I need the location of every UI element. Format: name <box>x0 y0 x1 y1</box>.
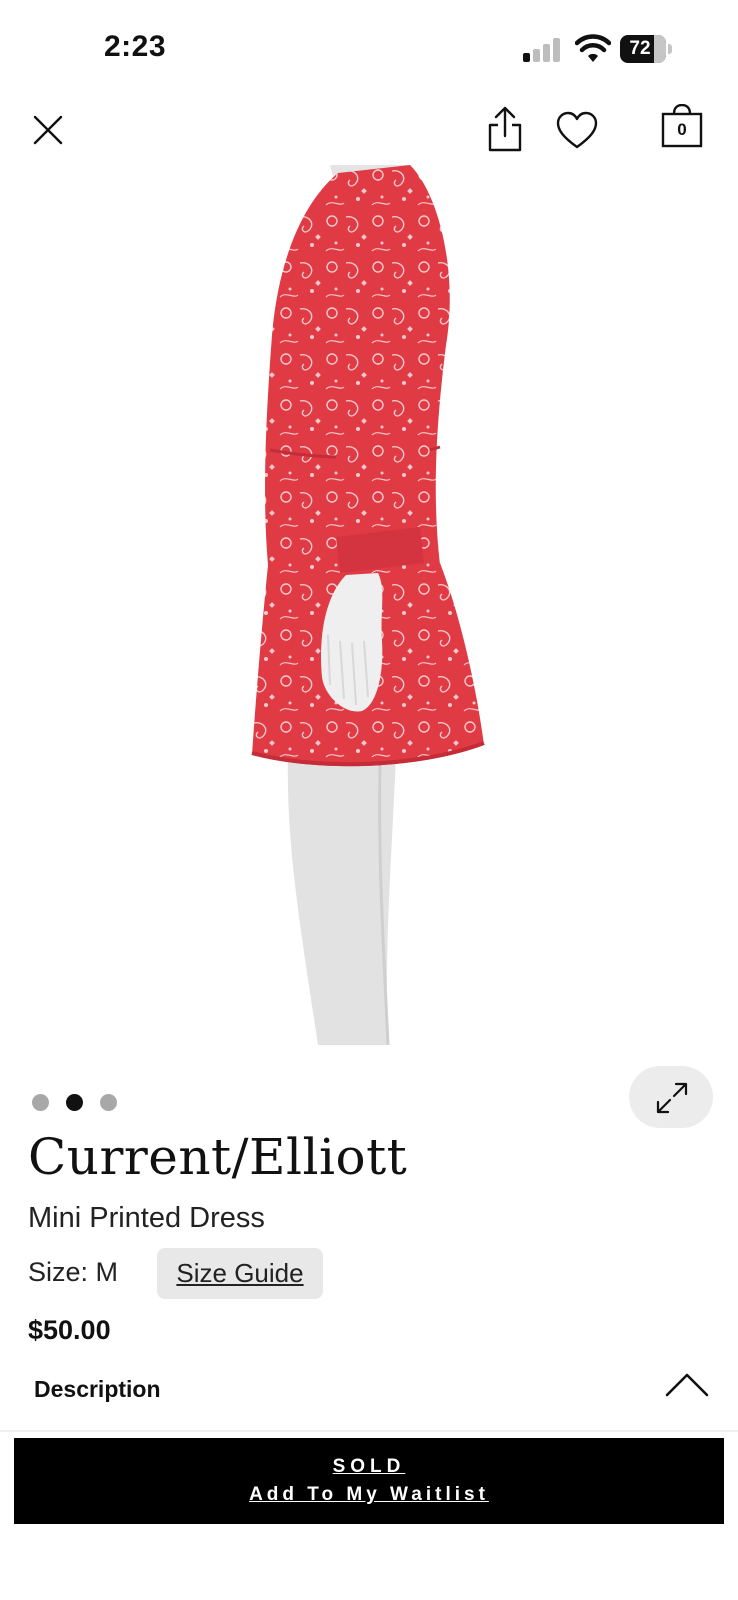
product-brand: Current/Elliott <box>28 1128 408 1186</box>
description-toggle[interactable]: Description <box>0 1360 738 1430</box>
shopping-bag-button[interactable]: 0 <box>660 104 704 150</box>
description-label: Description <box>34 1376 161 1402</box>
carousel-dot-1[interactable] <box>32 1094 49 1111</box>
share-button[interactable] <box>486 104 524 154</box>
close-icon <box>33 115 63 145</box>
product-name: Mini Printed Dress <box>28 1202 265 1234</box>
chevron-up-icon <box>665 1373 709 1397</box>
size-guide-button[interactable]: Size Guide <box>157 1248 323 1299</box>
battery-icon: 72 <box>620 35 672 63</box>
product-image[interactable] <box>0 165 738 1065</box>
carousel-dot-3[interactable] <box>100 1094 117 1111</box>
battery-level: 72 <box>629 38 651 59</box>
heart-icon <box>556 111 598 149</box>
status-bar: 2:23 72 <box>0 0 738 80</box>
wifi-icon <box>575 34 611 62</box>
cellular-signal-icon <box>523 38 563 62</box>
waitlist-button[interactable]: SOLD Add To My Waitlist <box>14 1438 724 1524</box>
carousel-indicator <box>32 1094 134 1112</box>
dress-photo <box>251 165 485 1046</box>
expand-image-button[interactable] <box>629 1066 713 1128</box>
expand-icon <box>656 1082 688 1114</box>
favorite-button[interactable] <box>555 110 599 150</box>
product-price: $50.00 <box>28 1315 111 1345</box>
carousel-dot-2[interactable] <box>66 1094 83 1111</box>
waitlist-label: Add To My Waitlist <box>249 1484 489 1505</box>
sold-label: SOLD <box>332 1456 406 1477</box>
close-button[interactable] <box>30 112 66 148</box>
divider <box>0 1430 738 1432</box>
bag-count-badge: 0 <box>677 120 687 139</box>
status-time: 2:23 <box>104 30 167 63</box>
product-size: Size: M <box>28 1257 119 1287</box>
share-icon <box>488 106 522 152</box>
